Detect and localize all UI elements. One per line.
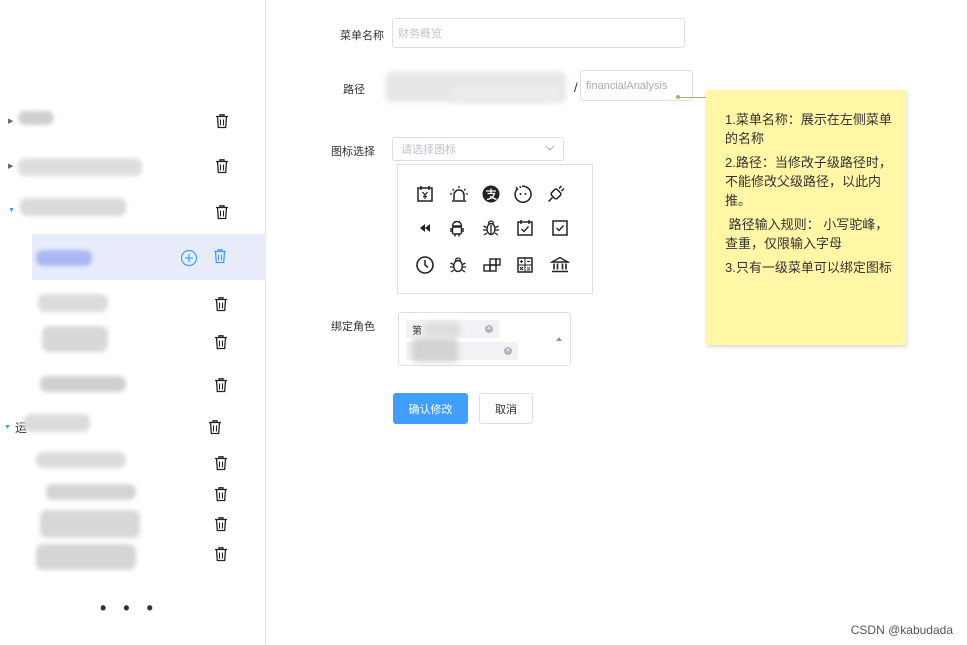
redacted-label: [36, 452, 126, 468]
tree-row[interactable]: [0, 318, 266, 364]
redacted-parent-path: [450, 86, 560, 102]
tree-row-selected[interactable]: [32, 234, 266, 280]
chevron-down-icon: [545, 145, 555, 151]
menu-name-input[interactable]: 财务概览: [392, 18, 685, 48]
redacted-label: [18, 158, 142, 176]
tree-row[interactable]: ▶: [0, 97, 266, 143]
caret-right-icon[interactable]: ▶: [8, 162, 13, 170]
redacted-label: [42, 326, 108, 352]
redacted-role: [412, 338, 458, 362]
redacted-label: [20, 198, 126, 216]
watermark: CSDN @kabudada: [850, 623, 953, 637]
caret-down-icon[interactable]: ▼: [8, 207, 15, 214]
bug-outline-icon[interactable]: [447, 254, 469, 276]
trash-icon[interactable]: [214, 377, 228, 393]
redacted-label: [40, 376, 126, 392]
caret-right-icon[interactable]: ▶: [8, 117, 13, 125]
redacted-label: [24, 414, 90, 432]
role-tag-text: 第: [412, 325, 422, 337]
android-icon[interactable]: [446, 217, 468, 239]
redacted-role: [424, 322, 460, 336]
tree-row[interactable]: [0, 532, 266, 578]
rewind-icon[interactable]: [414, 217, 436, 239]
redacted-label: [46, 484, 136, 500]
note-connector-dot: [676, 95, 680, 99]
trash-icon[interactable]: [214, 296, 228, 312]
redacted-label: [36, 250, 92, 266]
alarm-light-icon[interactable]: [448, 183, 470, 205]
role-tag: ✕: [406, 338, 518, 362]
trash-icon[interactable]: [215, 158, 229, 174]
role-tag: 第 ✕: [406, 320, 499, 338]
trash-icon[interactable]: [213, 248, 227, 264]
calculator-icon[interactable]: [514, 254, 536, 276]
trash-icon[interactable]: [214, 486, 228, 502]
alipay-icon[interactable]: [480, 183, 502, 205]
bank-icon[interactable]: [549, 254, 571, 276]
clock-icon[interactable]: [414, 254, 436, 276]
path-separator: /: [574, 80, 578, 95]
tree-row[interactable]: ▶: [0, 143, 266, 189]
role-label: 绑定角色: [331, 321, 375, 333]
trash-icon[interactable]: [214, 546, 228, 562]
note-line-4: 3.只有一级菜单可以绑定图标: [725, 260, 892, 275]
note-line-2: 2.路径：当修改子级路径时，不能修改父级路径，以此内推。: [725, 155, 892, 208]
confirm-button[interactable]: 确认修改: [393, 393, 468, 424]
trash-icon[interactable]: [215, 204, 229, 220]
menu-tree: ▶ ▶ ▼ ▼ 运 • • •: [0, 0, 266, 645]
icon-select[interactable]: 请选择图标: [392, 137, 564, 161]
tree-row[interactable]: [0, 362, 266, 408]
plug-icon[interactable]: [545, 183, 567, 205]
trash-icon[interactable]: [215, 113, 229, 129]
path-label: 路径: [343, 84, 365, 96]
sticky-note: 1.菜单名称：展示在左侧菜单的名称 2.路径：当修改子级路径时，不能修改父级路径…: [706, 90, 906, 345]
trash-icon[interactable]: [208, 419, 222, 435]
close-icon[interactable]: ✕: [504, 347, 512, 355]
cancel-button[interactable]: 取消: [479, 393, 533, 424]
redacted-label: [36, 544, 136, 570]
trash-icon[interactable]: [214, 334, 228, 350]
trash-icon[interactable]: [214, 516, 228, 532]
icon-select-placeholder: 请选择图标: [401, 144, 456, 156]
checkbox-icon[interactable]: [549, 217, 571, 239]
bug-icon[interactable]: [480, 217, 502, 239]
icon-select-label: 图标选择: [331, 146, 375, 158]
caret-up-icon[interactable]: [556, 337, 562, 341]
close-icon[interactable]: ✕: [485, 325, 493, 333]
redacted-label: [18, 111, 54, 125]
role-multiselect[interactable]: 第 ✕ ✕: [398, 312, 571, 366]
blocks-icon[interactable]: [481, 254, 503, 276]
note-line-3: 路径输入规则： 小写驼峰，查重，仅限输入字母: [725, 217, 889, 251]
redacted-label: [38, 294, 108, 312]
tree-row[interactable]: ▼: [0, 186, 266, 232]
calendar-check-icon[interactable]: [514, 217, 536, 239]
icon-picker-panel: [397, 164, 593, 294]
face-icon[interactable]: [512, 183, 534, 205]
note-line-1: 1.菜单名称：展示在左侧菜单的名称: [725, 112, 892, 146]
trash-icon[interactable]: [214, 455, 228, 471]
caret-down-icon[interactable]: ▼: [4, 424, 11, 431]
more-ellipsis[interactable]: • • •: [100, 598, 159, 619]
add-circle-icon[interactable]: [180, 249, 198, 267]
calendar-yen-icon[interactable]: [414, 183, 436, 205]
menu-name-label: 菜单名称: [340, 30, 384, 42]
